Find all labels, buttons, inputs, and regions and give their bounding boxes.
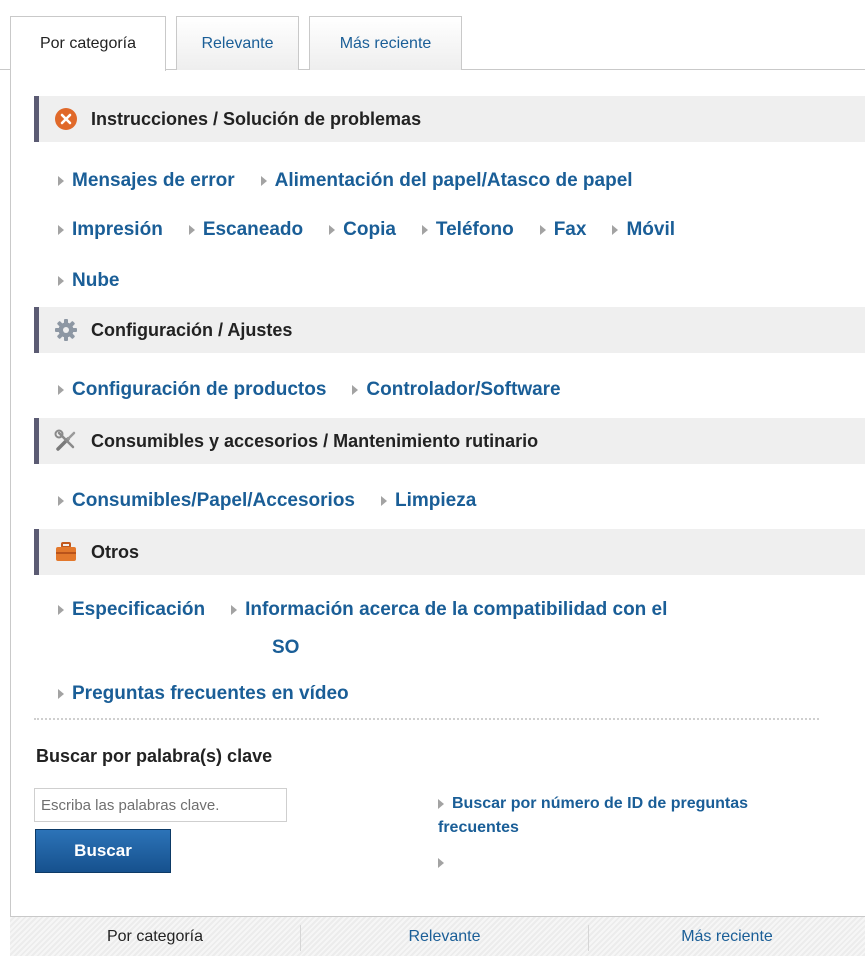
triangle-bullet-icon [58,385,64,395]
triangle-bullet-icon [58,496,64,506]
section-header-troubleshooting: Instrucciones / Solución de problemas [34,96,865,142]
link-os-compatibility[interactable]: Información acerca de la compatibilidad … [231,599,667,621]
triangle-bullet-icon [231,605,238,615]
tab-most-recent[interactable]: Más reciente [309,16,462,70]
link-fax[interactable]: Fax [539,219,586,241]
tools-icon [53,428,79,454]
triangle-bullet-icon [260,176,267,186]
search-button[interactable]: Buscar [35,829,171,873]
link-consumables-paper[interactable]: Consumibles/Papel/Accesorios [58,490,355,512]
link-specification[interactable]: Especificación [58,599,205,621]
link-paper-feed-jam[interactable]: Alimentación del papel/Atasco de papel [260,170,633,192]
link-row: Especificación Información acerca de la … [58,594,667,626]
triangle-bullet-icon [438,798,444,809]
link-driver-software[interactable]: Controlador/Software [352,379,561,401]
link-cloud[interactable]: Nube [58,270,120,292]
bottom-tab-relevant[interactable]: Relevante [301,917,588,957]
gear-icon [53,317,79,343]
link-copy[interactable]: Copia [329,219,396,241]
section-title: Instrucciones / Solución de problemas [91,108,422,129]
link-phone[interactable]: Teléfono [421,219,514,241]
triangle-bullet-icon [58,225,64,235]
section-title: Consumibles y accesorios / Mantenimiento… [91,430,539,451]
triangle-bullet-icon [421,225,428,235]
link-video-faq[interactable]: Preguntas frecuentes en vídeo [58,683,349,705]
bottom-tab-most-recent[interactable]: Más reciente [589,917,865,957]
divider [34,718,819,720]
link-scanning[interactable]: Escaneado [188,219,303,241]
bottom-tab-by-category[interactable]: Por categoría [10,917,300,957]
section-header-consumables: Consumibles y accesorios / Mantenimiento… [34,418,865,464]
triangle-bullet-icon [539,225,546,235]
link-row: Nube [58,265,120,297]
section-header-setup: Configuración / Ajustes [34,307,865,353]
link-os-compatibility-cont[interactable]: SO [272,637,299,659]
link-error-messages[interactable]: Mensajes de error [58,170,235,192]
triangle-bullet-icon [352,385,359,395]
section-title: Configuración / Ajustes [91,319,293,340]
link-product-setup[interactable]: Configuración de productos [58,379,326,401]
link-row-continued: SO [272,632,299,664]
bottom-tab-bar: Por categoría Relevante Más reciente [10,916,865,956]
triangle-bullet-icon [329,225,336,235]
triangle-bullet-icon [58,605,64,615]
link-printing[interactable]: Impresión [58,219,163,241]
link-row: Configuración de productos Controlador/S… [58,374,561,406]
link-row: Impresión Escaneado Copia Teléfono Fax M… [58,214,675,246]
link-search-by-faq-id[interactable]: Buscar por número de ID de preguntas fre… [438,792,818,840]
tab-relevant[interactable]: Relevante [176,16,299,70]
link-row: Mensajes de error Alimentación del papel… [58,165,633,197]
triangle-bullet-icon [188,225,195,235]
toolbox-icon [53,539,79,565]
triangle-bullet-icon [58,689,64,699]
triangle-bullet-icon [58,176,64,186]
error-circle-icon [53,106,79,132]
keyword-search-input[interactable] [34,788,287,822]
link-row: Consumibles/Papel/Accesorios Limpieza [58,485,476,517]
triangle-bullet-icon [612,225,619,235]
tab-by-category[interactable]: Por categoría [10,16,166,71]
link-mobile[interactable]: Móvil [612,219,675,241]
link-cleaning[interactable]: Limpieza [381,490,476,512]
triangle-bullet-icon [58,276,64,286]
top-tab-bar: Por categoría Relevante Más reciente [0,0,865,71]
triangle-bullet-icon [381,496,387,506]
link-row: Preguntas frecuentes en vídeo [58,678,349,710]
section-header-others: Otros [34,529,865,575]
triangle-bullet-icon [438,858,444,868]
section-title: Otros [91,541,140,562]
keyword-search-title: Buscar por palabra(s) clave [36,746,273,766]
empty-link[interactable] [438,855,448,869]
